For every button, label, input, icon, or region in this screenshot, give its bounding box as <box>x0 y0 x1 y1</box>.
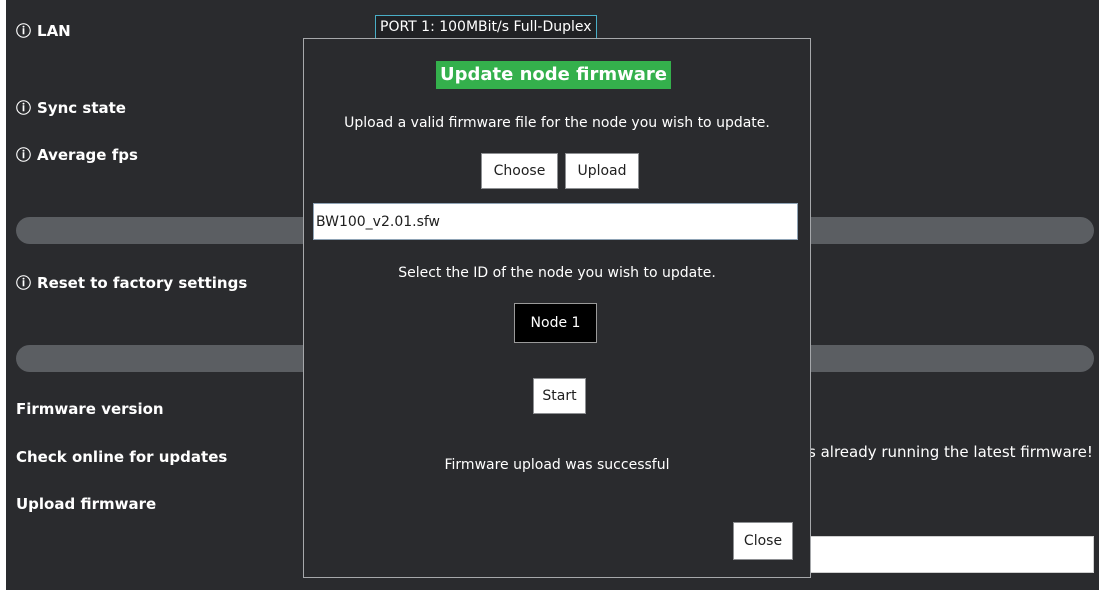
sync-state-label: ⓘ Sync state <box>16 99 126 117</box>
upload-firmware-field[interactable] <box>808 536 1094 573</box>
close-button[interactable]: Close <box>733 522 793 560</box>
lan-port-status: PORT 1: 100MBit/s Full-Duplex <box>375 15 597 39</box>
info-icon[interactable]: ⓘ <box>16 22 31 40</box>
settings-page: ⓘ LAN PORT 1: 100MBit/s Full-Duplex ⓘ Sync… <box>6 0 1099 590</box>
info-icon[interactable]: ⓘ <box>16 99 31 117</box>
update-firmware-dialog: Update node firmware Upload a valid firm… <box>303 38 811 578</box>
dialog-title: Update node firmware <box>436 61 671 89</box>
upload-instructions: Upload a valid firmware file for the nod… <box>344 115 770 131</box>
start-button[interactable]: Start <box>533 378 586 414</box>
update-status-message: s already running the latest firmware! <box>808 443 1093 461</box>
choose-button[interactable]: Choose <box>481 153 558 189</box>
upload-button[interactable]: Upload <box>565 153 639 189</box>
firmware-version-label: Firmware version <box>16 400 164 418</box>
average-fps-label: ⓘ Average fps <box>16 146 138 164</box>
reset-factory-label: ⓘ Reset to factory settings <box>16 274 248 292</box>
info-icon[interactable]: ⓘ <box>16 146 31 164</box>
firmware-file-name[interactable] <box>313 203 798 240</box>
check-updates-label: Check online for updates <box>16 448 228 466</box>
lan-label: ⓘ LAN <box>16 22 71 40</box>
node-id-select[interactable]: Node 1 <box>514 303 597 343</box>
info-icon[interactable]: ⓘ <box>16 274 31 292</box>
select-node-instructions: Select the ID of the node you wish to up… <box>398 265 716 281</box>
upload-status-message: Firmware upload was successful <box>444 457 670 473</box>
upload-firmware-label: Upload firmware <box>16 495 157 513</box>
